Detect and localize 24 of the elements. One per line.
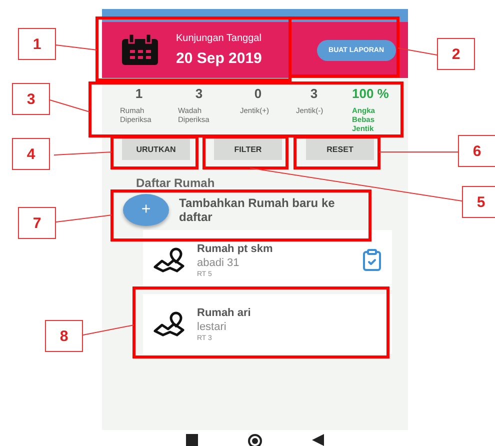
stat-value: 3: [309, 86, 319, 101]
callout-number: 4: [12, 138, 50, 170]
stat-value: 100 %: [352, 86, 390, 101]
stat-value: 0: [253, 86, 263, 101]
callout-number: 5: [462, 186, 495, 218]
callout-number: 3: [12, 83, 50, 115]
callout-number: 6: [458, 135, 495, 167]
callout-number: 2: [437, 38, 475, 70]
visit-date: 20 Sep 2019: [176, 50, 263, 67]
callout-number: 1: [18, 28, 56, 60]
visit-date-caption: Kunjungan Tanggal: [176, 33, 262, 44]
stat-value: 1: [134, 86, 144, 101]
callout-number: 7: [18, 207, 56, 239]
add-label: Tambahkan Rumah baru ke daftar: [179, 196, 336, 224]
house-street: lestari: [197, 320, 228, 332]
stat-value: 3: [194, 86, 204, 101]
house-name: Rumah ari: [197, 306, 252, 318]
house-street: abadi 31: [197, 256, 240, 268]
action-button[interactable]: FILTER: [214, 138, 282, 160]
house-name: Rumah pt skm: [197, 242, 274, 254]
action-button[interactable]: RESET: [306, 138, 374, 160]
callout-number: 8: [45, 320, 83, 352]
list-title: Daftar Rumah: [136, 176, 216, 190]
action-button[interactable]: URUTKAN: [122, 138, 190, 160]
